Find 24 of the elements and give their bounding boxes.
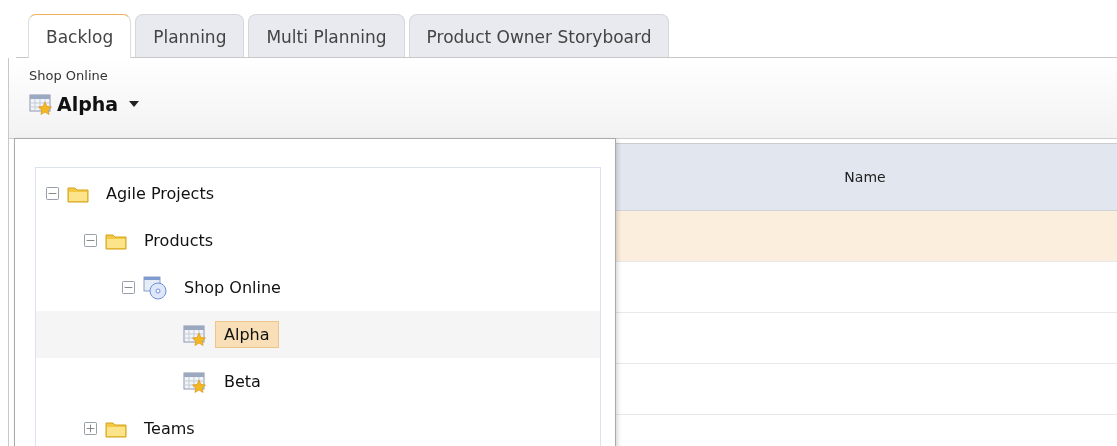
tree-item[interactable]: Alpha [215, 321, 279, 348]
folder-icon [105, 231, 127, 250]
tree-item[interactable]: Shop Online [175, 274, 290, 301]
release-selector[interactable]: Alpha [29, 93, 141, 115]
tab[interactable]: Product Owner Storyboard [408, 14, 670, 57]
folder-icon [105, 419, 127, 438]
folder-icon [67, 184, 89, 203]
collapse-toggle-icon[interactable] [122, 281, 135, 294]
calendar-star-icon [183, 370, 207, 393]
tree-item[interactable]: Teams [135, 415, 204, 442]
disc-icon [143, 275, 167, 300]
breadcrumb: Shop Online [29, 68, 109, 83]
collapse-toggle-icon[interactable] [84, 234, 97, 247]
tree-item[interactable]: Beta [215, 368, 270, 395]
expand-toggle-icon[interactable] [84, 422, 97, 435]
tree-item[interactable]: Agile Projects [97, 180, 223, 207]
collapse-toggle-icon[interactable] [46, 187, 59, 200]
tab[interactable]: Backlog [28, 14, 132, 58]
caret-icon [128, 100, 141, 108]
column-header[interactable]: Name [613, 143, 1117, 211]
tree-item[interactable]: Products [135, 227, 223, 254]
tab[interactable]: Planning [135, 14, 245, 57]
calendar-star-icon [183, 323, 207, 346]
tab[interactable]: Multi Planning [248, 14, 405, 57]
